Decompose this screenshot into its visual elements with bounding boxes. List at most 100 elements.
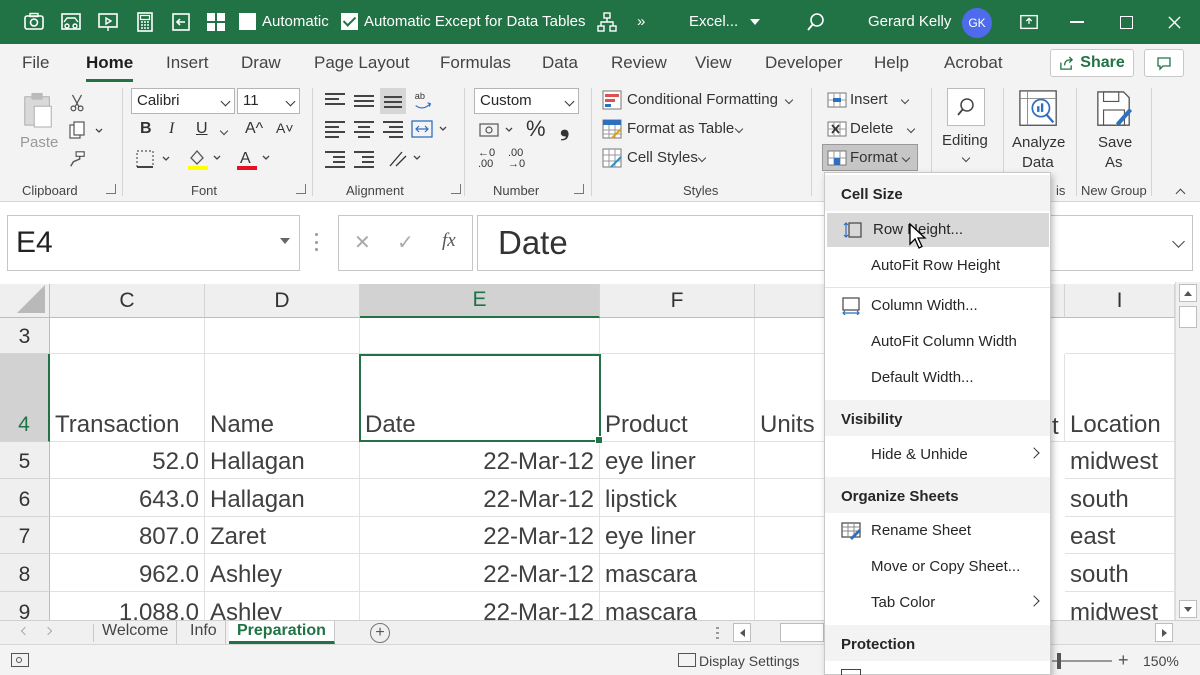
font-size-select[interactable]: 11: [237, 88, 300, 114]
conditional-chevron-down-icon[interactable]: [784, 95, 794, 105]
italic-button[interactable]: I: [169, 120, 174, 138]
menu-item-row-height[interactable]: Row Height...: [827, 213, 1049, 247]
underline-chevron-down-icon[interactable]: [218, 126, 230, 136]
tab-acrobat[interactable]: Acrobat: [944, 53, 1003, 73]
avatar[interactable]: GK: [962, 8, 992, 38]
cell-location[interactable]: midwest: [1065, 442, 1175, 479]
align-bottom-icon[interactable]: [380, 88, 406, 114]
cell-name[interactable]: Zaret: [205, 517, 360, 554]
orientation-icon[interactable]: ab: [411, 88, 435, 114]
cell-date[interactable]: 22-Mar-12: [360, 592, 600, 620]
grow-font-button[interactable]: A^: [245, 120, 263, 138]
menu-item-default-width[interactable]: Default Width...: [825, 361, 1050, 395]
analyze-data-label[interactable]: Data: [1022, 154, 1054, 171]
column-header-h[interactable]: [1050, 284, 1065, 318]
prev-sheet-icon[interactable]: [20, 626, 30, 636]
cell-units[interactable]: [755, 517, 825, 554]
delete-chevron-down-icon[interactable]: [906, 124, 916, 134]
editing-search-icon[interactable]: [947, 88, 985, 126]
decrease-indent-icon[interactable]: [325, 148, 345, 168]
fill-color-icon[interactable]: [186, 146, 226, 172]
share-button[interactable]: Share: [1050, 49, 1134, 77]
grid-icon[interactable]: [204, 10, 228, 34]
column-header-e[interactable]: E: [360, 284, 600, 318]
header-cell-transaction[interactable]: Transaction: [50, 354, 205, 442]
column-header-i[interactable]: I: [1065, 284, 1175, 318]
save-as-label[interactable]: As: [1105, 154, 1123, 171]
automatic-except-checkbox[interactable]: [341, 13, 358, 30]
header-cell-partial[interactable]: t: [1050, 354, 1065, 442]
cell-transaction[interactable]: 52.0: [50, 442, 205, 479]
text-direction-icon[interactable]: [386, 146, 426, 170]
cell[interactable]: [1065, 318, 1175, 354]
column-header-g[interactable]: [755, 284, 825, 318]
close-icon[interactable]: [1161, 10, 1187, 34]
cell-date[interactable]: 22-Mar-12: [360, 517, 600, 554]
cell-product[interactable]: mascara: [600, 592, 755, 620]
align-right-icon[interactable]: [383, 118, 403, 138]
maximize-icon[interactable]: [1113, 10, 1139, 34]
scroll-left-icon[interactable]: [733, 623, 751, 642]
format-table-chevron-down-icon[interactable]: [734, 124, 744, 134]
user-name[interactable]: Gerard Kelly: [868, 13, 951, 30]
scroll-up-icon[interactable]: [1179, 284, 1197, 302]
scroll-thumb[interactable]: [1179, 306, 1197, 328]
number-launcher-icon[interactable]: [574, 184, 584, 194]
hierarchy-icon[interactable]: [595, 10, 619, 34]
automatic-checkbox[interactable]: [239, 13, 256, 30]
column-header-c[interactable]: C: [50, 284, 205, 318]
cell-product[interactable]: lipstick: [600, 479, 755, 517]
conditional-formatting-icon[interactable]: [601, 90, 623, 110]
select-all-button[interactable]: [0, 284, 50, 318]
increase-indent-icon[interactable]: [354, 148, 374, 168]
scroll-down-icon[interactable]: [1179, 600, 1197, 618]
font-name-select[interactable]: Calibri: [131, 88, 235, 114]
tab-page-layout[interactable]: Page Layout: [314, 53, 409, 73]
tab-draw[interactable]: Draw: [241, 53, 281, 73]
row-header-4[interactable]: 4: [0, 354, 50, 442]
collapse-ribbon-icon[interactable]: [1174, 186, 1186, 199]
align-left-icon[interactable]: [325, 118, 345, 138]
tab-file[interactable]: File: [22, 53, 49, 73]
analyze-label[interactable]: Analyze: [1012, 134, 1065, 151]
merge-center-icon[interactable]: [410, 118, 450, 140]
paste-icon[interactable]: [20, 90, 56, 130]
cell-styles-icon[interactable]: [601, 148, 623, 168]
row-header-8[interactable]: 8: [0, 554, 50, 592]
insert-cells-icon[interactable]: [826, 90, 848, 110]
document-title[interactable]: Excel...: [689, 13, 738, 30]
menu-item-autofit-column-width[interactable]: AutoFit Column Width: [825, 325, 1050, 359]
tab-data[interactable]: Data: [542, 53, 578, 73]
save-as-icon[interactable]: [1094, 88, 1134, 132]
display-settings-label[interactable]: Display Settings: [699, 653, 799, 669]
cell[interactable]: [205, 318, 360, 354]
zoom-slider-thumb[interactable]: [1057, 653, 1061, 669]
column-header-f[interactable]: F: [600, 284, 755, 318]
display-settings-icon[interactable]: [678, 653, 696, 667]
tab-developer[interactable]: Developer: [765, 53, 843, 73]
macro-record-icon[interactable]: [11, 653, 29, 667]
percent-button[interactable]: %: [526, 116, 546, 142]
menu-item-tab-color[interactable]: Tab Color: [825, 586, 1050, 620]
cell-product[interactable]: mascara: [600, 554, 755, 592]
format-table-icon[interactable]: [601, 119, 623, 139]
active-cell-outline[interactable]: [359, 354, 603, 444]
tab-formulas[interactable]: Formulas: [440, 53, 511, 73]
car-icon[interactable]: [59, 10, 83, 34]
delete-cells-icon[interactable]: [826, 119, 848, 139]
tab-review[interactable]: Review: [611, 53, 667, 73]
font-launcher-icon[interactable]: [296, 184, 306, 194]
font-color-icon[interactable]: A: [235, 146, 275, 172]
row-header-9[interactable]: 9: [0, 592, 50, 620]
borders-icon[interactable]: [135, 148, 175, 170]
name-box-chevron-down-icon[interactable]: [280, 238, 290, 244]
ribbon-display-icon[interactable]: [1016, 10, 1042, 34]
minimize-icon[interactable]: [1064, 10, 1090, 34]
zoom-in-icon[interactable]: +: [1118, 650, 1129, 671]
zoom-level[interactable]: 150%: [1143, 653, 1179, 669]
cell-units[interactable]: [755, 442, 825, 479]
tab-help[interactable]: Help: [874, 53, 909, 73]
cell-transaction[interactable]: 962.0: [50, 554, 205, 592]
menu-item-rename-sheet[interactable]: Rename Sheet: [825, 514, 1050, 548]
scroll-right-icon[interactable]: [1155, 623, 1173, 642]
